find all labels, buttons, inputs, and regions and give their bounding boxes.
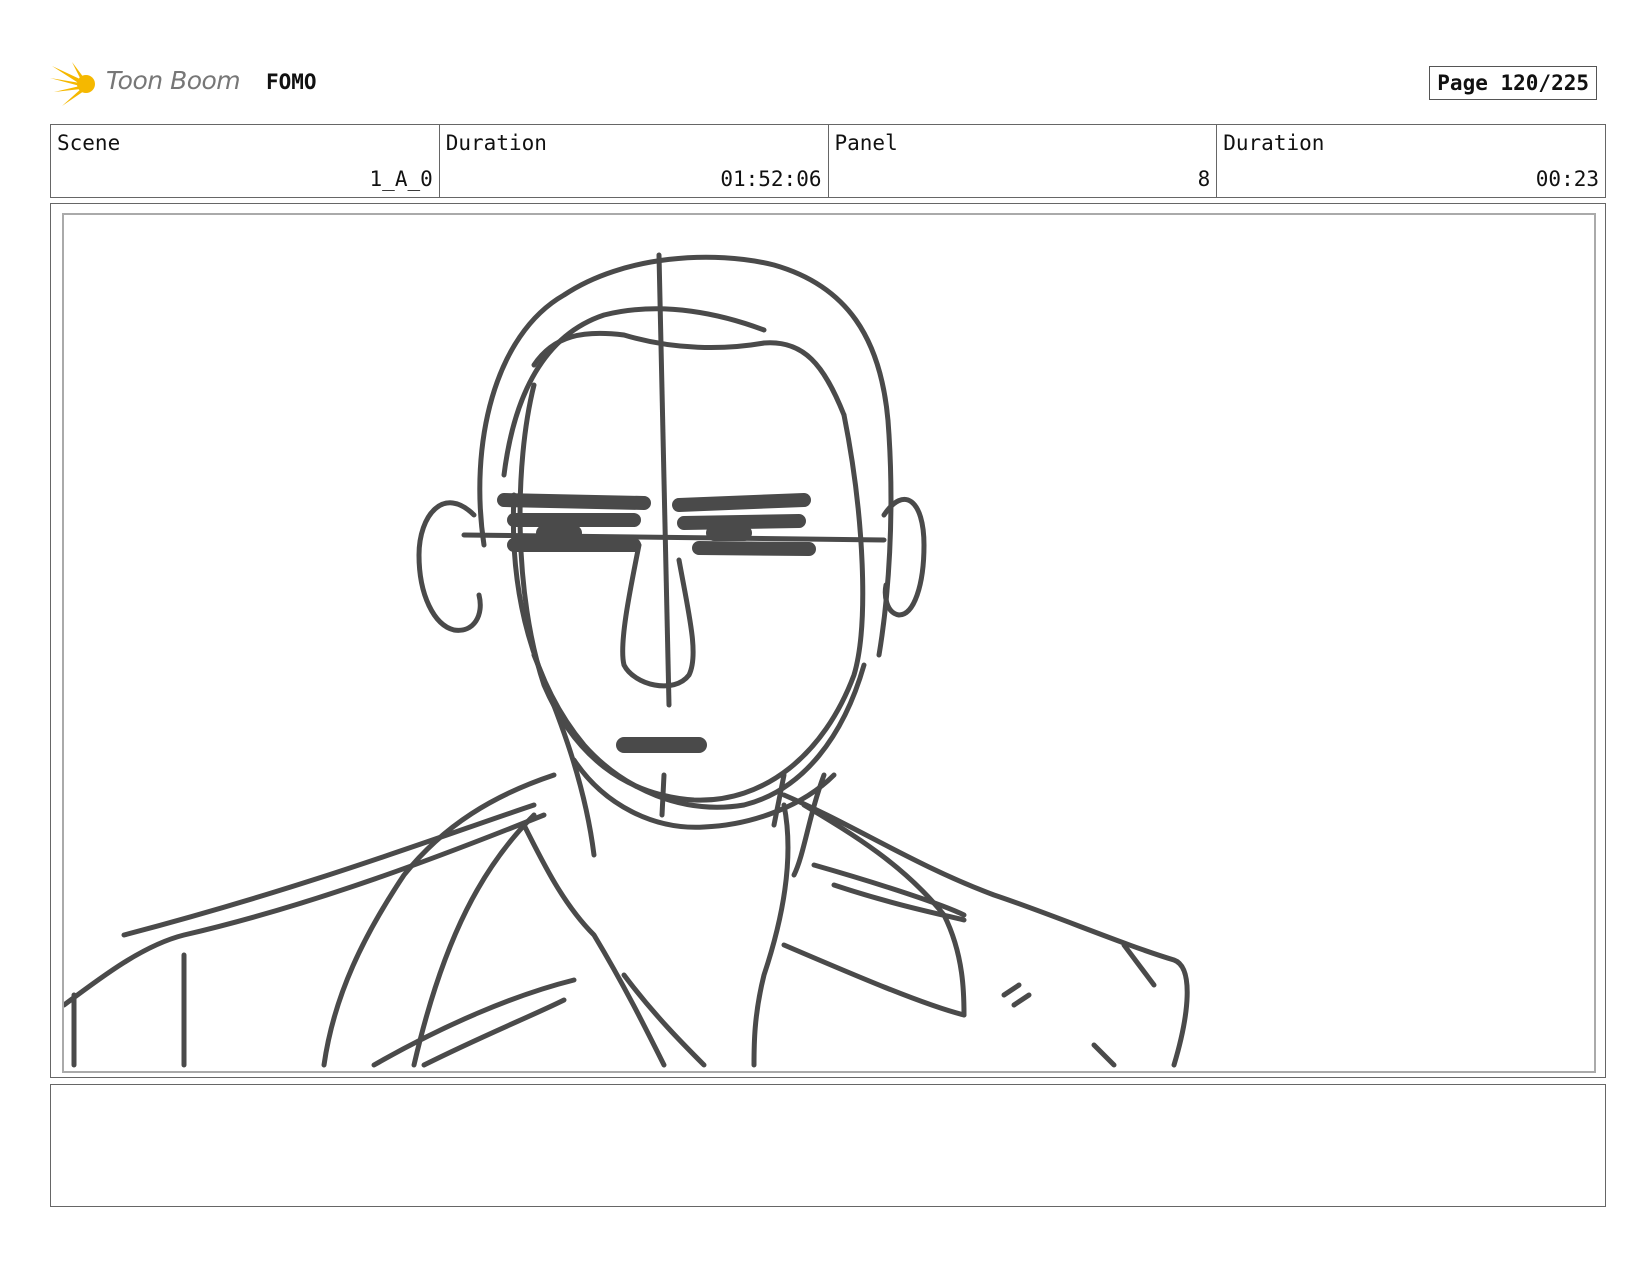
panel-notes	[50, 1084, 1606, 1207]
toon-boom-logo-icon	[50, 62, 95, 106]
panel-info-row: Scene 1_A_0 Duration 01:52:06 Panel 8 Du…	[50, 124, 1606, 198]
scene-duration-value: 01:52:06	[720, 167, 822, 191]
scene-duration-label: Duration	[445, 131, 547, 155]
panel-duration-value: 00:23	[1535, 167, 1599, 191]
panel-frame	[62, 213, 1596, 1073]
header: Toon Boom FOMO Page 120/225	[50, 58, 1605, 112]
toon-boom-logo: Toon Boom	[50, 58, 250, 112]
character-sketch	[64, 252, 1190, 1068]
panel-value: 8	[1197, 167, 1211, 191]
page-indicator: Page 120/225	[1429, 66, 1597, 100]
logo-text: Toon Boom	[106, 66, 241, 95]
scene-cell: Scene 1_A_0	[51, 125, 440, 197]
panel-cell: Panel 8	[829, 125, 1218, 197]
panel-label: Panel	[834, 131, 898, 155]
project-title: FOMO	[266, 70, 317, 94]
panel-duration-label: Duration	[1223, 131, 1325, 155]
scene-value: 1_A_0	[369, 167, 433, 191]
scene-duration-cell: Duration 01:52:06	[440, 125, 829, 197]
scene-label: Scene	[57, 131, 121, 155]
storyboard-panel	[50, 203, 1606, 1078]
panel-duration-cell: Duration 00:23	[1217, 125, 1605, 197]
